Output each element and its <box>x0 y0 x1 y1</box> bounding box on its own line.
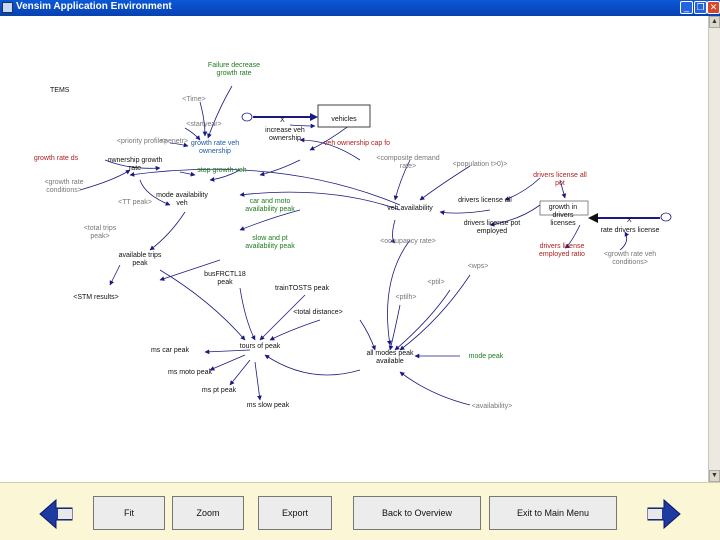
variable-label-car-and-moto[interactable]: car and moto availability peak <box>245 198 295 213</box>
variable-label-time[interactable]: <Time> <box>182 96 205 103</box>
variable-label-vehicles[interactable]: vehicles <box>331 116 357 123</box>
vertical-scrollbar[interactable]: ▲ ▼ <box>708 16 720 482</box>
variable-label-available-trips-peak[interactable]: available trips peak <box>119 252 162 267</box>
variable-label-population[interactable]: <population t>0)> <box>453 161 508 168</box>
sink-cloud-icon <box>660 212 672 222</box>
variable-label-ownership-growth[interactable]: ownership growth rate <box>108 157 163 172</box>
variable-label-growth-rate-veh[interactable]: growth rate veh ownership <box>191 140 239 155</box>
variable-label-ptil[interactable]: <ptil> <box>427 279 444 286</box>
back-arrow-button[interactable]: back <box>38 498 74 530</box>
scroll-down-icon[interactable]: ▼ <box>709 470 720 482</box>
source-cloud-icon <box>241 112 253 122</box>
minimize-button[interactable]: _ <box>680 1 693 14</box>
variable-label-msslow-peak[interactable]: ms slow peak <box>247 402 290 409</box>
variable-label-growth-rate-conditions[interactable]: <growth rate conditions> <box>44 179 83 194</box>
variable-label-composite-demand[interactable]: <composite demand rate> <box>376 155 439 170</box>
export-button[interactable]: Export <box>258 496 332 530</box>
variable-label-drivers-license-total[interactable]: drivers license all pot <box>533 172 587 187</box>
exit-to-main-menu-button[interactable]: Exit to Main Menu <box>489 496 617 530</box>
variable-label-tours-peak[interactable]: tours of peak <box>240 343 281 350</box>
variable-label-total-distance[interactable]: <total distance> <box>293 309 342 316</box>
variable-label-failure-decrease[interactable]: Failure decrease growth rate <box>208 62 260 77</box>
fit-button[interactable]: Fit <box>93 496 165 530</box>
flow-valve-icon: X <box>280 117 285 124</box>
app-icon <box>2 2 13 13</box>
variable-label-growth-rate-veh-conditions[interactable]: <growth rate veh conditions> <box>604 251 656 266</box>
variable-label-tt-peak[interactable]: <TT peak> <box>118 199 152 206</box>
variable-label-slow-and-pt[interactable]: slow and pt availability peak <box>245 235 295 250</box>
variable-label-rate-drivers-license[interactable]: rate drivers license <box>601 227 660 234</box>
window-title: Vensim Application Environment <box>16 1 172 12</box>
variable-label-train-peak[interactable]: trainTOSTS peak <box>275 285 329 292</box>
close-button[interactable]: ✕ <box>707 1 720 14</box>
variable-label-all-modes-peak[interactable]: all modes peak available <box>366 350 414 365</box>
variable-label-veh-ownership[interactable]: veh ownership cap fo <box>324 140 390 147</box>
variable-label-drivers-license-employed[interactable]: drivers license employed ratio <box>539 243 585 258</box>
variable-label-total-trips-peak[interactable]: <total trips peak> <box>84 225 117 240</box>
model-diagram-canvas[interactable]: X X TEMS Failure decrease growth rate <Time… <box>0 16 708 482</box>
causal-loop-diagram: X X TEMS Failure decrease growth rate <Time… <box>34 62 672 410</box>
variable-label-mode-availability[interactable]: mode availability veh <box>156 192 208 207</box>
variable-label-availability[interactable]: <availability> <box>472 403 512 410</box>
maximize-button[interactable]: ❐ <box>694 1 707 14</box>
variable-label-wps[interactable]: <wps> <box>468 263 489 270</box>
scroll-up-icon[interactable]: ▲ <box>709 16 720 28</box>
variable-label-mscar-peak[interactable]: ms car peak <box>151 347 190 354</box>
variable-label-title[interactable]: TEMS <box>50 87 70 94</box>
variable-label-growth-rate-ds[interactable]: growth rate ds <box>34 155 79 162</box>
variable-label-increase-veh[interactable]: increase veh ownership <box>265 127 305 142</box>
variable-label-penetr[interactable]: <penetr> <box>160 138 188 145</box>
flow-valve-icon: X <box>627 217 632 224</box>
variable-label-stm-results[interactable]: <STM results> <box>73 294 119 301</box>
variable-label-mspt-peak[interactable]: ms pt peak <box>202 387 237 394</box>
forward-arrow-button[interactable]: forward <box>646 498 682 530</box>
variable-label-drivers-license-pot[interactable]: drivers license pot employed <box>464 220 520 235</box>
variable-label-ptilh[interactable]: <ptilh> <box>395 294 416 301</box>
variable-label-stop-growth[interactable]: stop growth veh <box>197 167 247 174</box>
variable-label-startyear[interactable]: <startyear> <box>186 121 221 128</box>
back-to-overview-button[interactable]: Back to Overview <box>353 496 481 530</box>
variable-label-msmoto-peak[interactable]: ms moto peak <box>168 369 212 376</box>
variable-label-drivers-license-all[interactable]: drivers license all <box>458 197 512 204</box>
variable-label-mode-peak[interactable]: mode peak <box>469 353 504 360</box>
variable-label-growth-drivers-licenses[interactable]: growth in drivers licenses <box>549 204 578 227</box>
variable-label-bus-frc[interactable]: busFRCTL18 peak <box>204 271 246 286</box>
zoom-button[interactable]: Zoom <box>172 496 244 530</box>
variable-label-occupancy-rate[interactable]: <occupancy rate> <box>380 238 436 245</box>
variable-label-veh-availability[interactable]: veh availability <box>387 205 433 212</box>
window-title-bar: Vensim Application Environment _ ❐ ✕ <box>0 0 720 16</box>
